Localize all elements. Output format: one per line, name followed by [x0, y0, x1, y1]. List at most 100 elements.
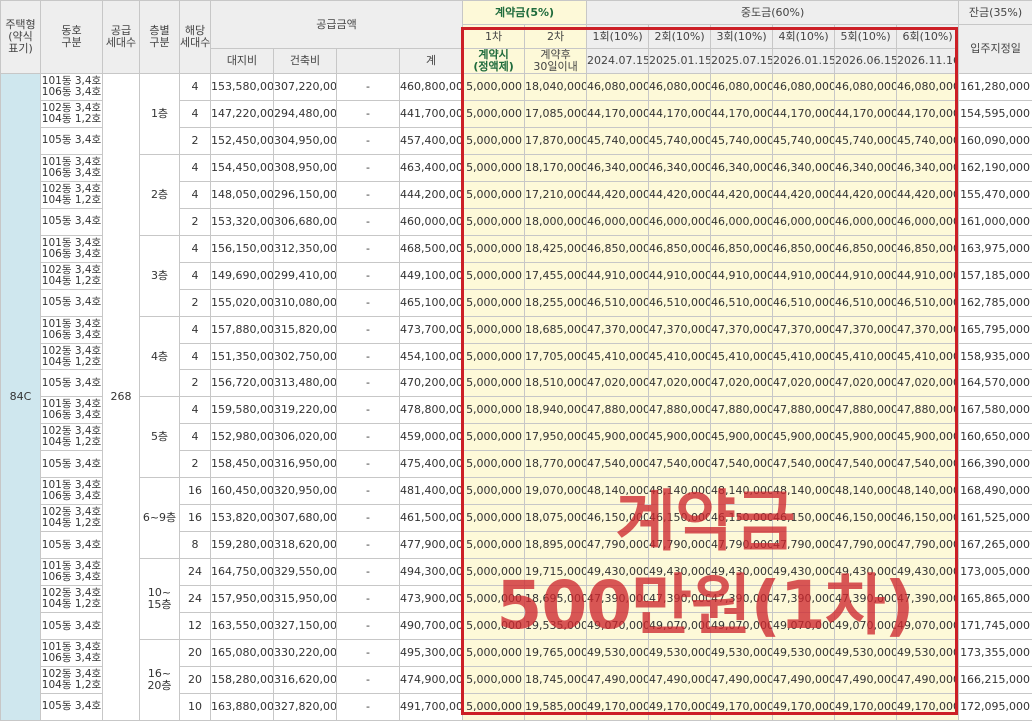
- floor-cell: 5층: [139, 396, 180, 479]
- middle-payment-5-cell: 44,170,000: [834, 99, 898, 128]
- dong-ho-cell: 101동 3,4호 106동 3,4호: [40, 558, 103, 587]
- header-land: 대지비: [210, 48, 274, 74]
- middle-payment-3-cell: 47,790,000: [710, 531, 774, 560]
- middle-payment-1-cell: 45,900,000: [586, 423, 650, 452]
- middle-payment-3-cell: 47,390,000: [710, 585, 774, 614]
- building-price-cell: 315,950,000: [273, 585, 337, 614]
- header-middle-date-2: 2025.01.15: [648, 48, 712, 74]
- middle-payment-3-cell: 47,370,000: [710, 315, 774, 344]
- middle-payment-4-cell: 47,790,000: [772, 531, 836, 560]
- land-price-cell: 158,280,000: [210, 665, 274, 694]
- deposit-1-cell: 5,000,000: [462, 342, 526, 371]
- dong-ho-cell: 105동 3,4호: [40, 369, 103, 398]
- middle-payment-2-cell: 46,080,000: [648, 73, 712, 101]
- middle-payment-6-cell: 47,540,000: [896, 450, 960, 479]
- header-middle-1: 1회(10%): [586, 24, 650, 49]
- land-price-cell: 164,750,000: [210, 558, 274, 587]
- balance-cell: 154,595,000: [958, 99, 1032, 128]
- balance-cell: 168,490,000: [958, 477, 1032, 506]
- vat-cell: -: [336, 342, 400, 371]
- deposit-2-cell: 18,255,000: [524, 288, 588, 317]
- header-middle-2: 2회(10%): [648, 24, 712, 49]
- middle-payment-2-cell: 47,390,000: [648, 585, 712, 614]
- units-cell: 12: [179, 612, 211, 641]
- middle-payment-6-cell: 47,390,000: [896, 585, 960, 614]
- deposit-1-cell: 5,000,000: [462, 423, 526, 452]
- middle-payment-3-cell: 49,170,000: [710, 692, 774, 721]
- floor-cell: 1층: [139, 73, 180, 155]
- header-vat: [336, 48, 400, 74]
- middle-payment-2-cell: 45,740,000: [648, 126, 712, 155]
- middle-payment-4-cell: 46,000,000: [772, 207, 836, 236]
- total-price-cell: 459,000,000: [398, 423, 464, 452]
- middle-payment-6-cell: 46,340,000: [896, 153, 960, 182]
- header-floor: 층별 구분: [139, 0, 180, 74]
- middle-payment-3-cell: 47,880,000: [710, 396, 774, 425]
- middle-payment-6-cell: 49,530,000: [896, 639, 960, 667]
- vat-cell: -: [336, 180, 400, 209]
- dong-ho-cell: 105동 3,4호: [40, 531, 103, 560]
- middle-payment-4-cell: 49,070,000: [772, 612, 836, 641]
- dong-ho-cell: 105동 3,4호: [40, 126, 103, 155]
- middle-payment-1-cell: 49,530,000: [586, 639, 650, 667]
- middle-payment-5-cell: 47,540,000: [834, 450, 898, 479]
- header-deposit-1-desc: 계약시 (정액제): [462, 48, 526, 74]
- floor-cell: 4층: [139, 315, 180, 398]
- header-middle-date-5: 2026.06.15: [834, 48, 898, 74]
- building-price-cell: 316,950,000: [273, 450, 337, 479]
- vat-cell: -: [336, 504, 400, 533]
- vat-cell: -: [336, 207, 400, 236]
- units-cell: 2: [179, 288, 211, 317]
- vat-cell: -: [336, 558, 400, 587]
- middle-payment-1-cell: 49,170,000: [586, 692, 650, 721]
- dong-ho-cell: 102동 3,4호 104동 1,2호: [40, 504, 103, 533]
- middle-payment-1-cell: 44,910,000: [586, 261, 650, 290]
- dong-ho-cell: 102동 3,4호 104동 1,2호: [40, 423, 103, 452]
- middle-payment-5-cell: 47,020,000: [834, 369, 898, 398]
- total-price-cell: 454,100,000: [398, 342, 464, 371]
- balance-cell: 155,470,000: [958, 180, 1032, 209]
- balance-cell: 165,865,000: [958, 585, 1032, 614]
- deposit-1-cell: 5,000,000: [462, 369, 526, 398]
- building-price-cell: 316,620,000: [273, 665, 337, 694]
- middle-payment-3-cell: 47,540,000: [710, 450, 774, 479]
- header-deposit: 계약금(5%): [462, 0, 588, 25]
- dong-ho-cell: 101동 3,4호 106동 3,4호: [40, 396, 103, 425]
- deposit-1-cell: 5,000,000: [462, 665, 526, 694]
- middle-payment-1-cell: 48,140,000: [586, 477, 650, 506]
- header-supply-price: 공급금액: [209, 0, 464, 49]
- dong-ho-cell: 105동 3,4호: [40, 450, 103, 479]
- dong-ho-cell: 101동 3,4호 106동 3,4호: [40, 477, 103, 506]
- middle-payment-1-cell: 47,880,000: [586, 396, 650, 425]
- middle-payment-6-cell: 47,490,000: [896, 665, 960, 694]
- balance-cell: 165,795,000: [958, 315, 1032, 344]
- deposit-2-cell: 18,040,000: [524, 73, 588, 101]
- middle-payment-2-cell: 46,850,000: [648, 234, 712, 263]
- middle-payment-6-cell: 47,790,000: [896, 531, 960, 560]
- deposit-2-cell: 18,075,000: [524, 504, 588, 533]
- deposit-2-cell: 18,425,000: [524, 234, 588, 263]
- middle-payment-5-cell: 44,420,000: [834, 180, 898, 209]
- middle-payment-6-cell: 49,170,000: [896, 692, 960, 721]
- deposit-2-cell: 19,070,000: [524, 477, 588, 506]
- dong-ho-cell: 101동 3,4호 106동 3,4호: [40, 315, 103, 344]
- middle-payment-4-cell: 45,900,000: [772, 423, 836, 452]
- building-price-cell: 329,550,000: [273, 558, 337, 587]
- deposit-2-cell: 17,950,000: [524, 423, 588, 452]
- units-cell: 2: [179, 450, 211, 479]
- total-price-cell: 494,300,000: [398, 558, 464, 587]
- middle-payment-1-cell: 47,790,000: [586, 531, 650, 560]
- deposit-1-cell: 5,000,000: [462, 153, 526, 182]
- middle-payment-5-cell: 47,370,000: [834, 315, 898, 344]
- balance-cell: 166,215,000: [958, 665, 1032, 694]
- building-price-cell: 304,950,000: [273, 126, 337, 155]
- middle-payment-5-cell: 49,430,000: [834, 558, 898, 587]
- middle-payment-1-cell: 47,540,000: [586, 450, 650, 479]
- header-deposit-2-desc: 계약후 30일이내: [524, 48, 588, 74]
- vat-cell: -: [336, 612, 400, 641]
- units-cell: 2: [179, 126, 211, 155]
- deposit-2-cell: 17,705,000: [524, 342, 588, 371]
- middle-payment-4-cell: 47,370,000: [772, 315, 836, 344]
- balance-cell: 161,280,000: [958, 73, 1032, 101]
- middle-payment-5-cell: 45,410,000: [834, 342, 898, 371]
